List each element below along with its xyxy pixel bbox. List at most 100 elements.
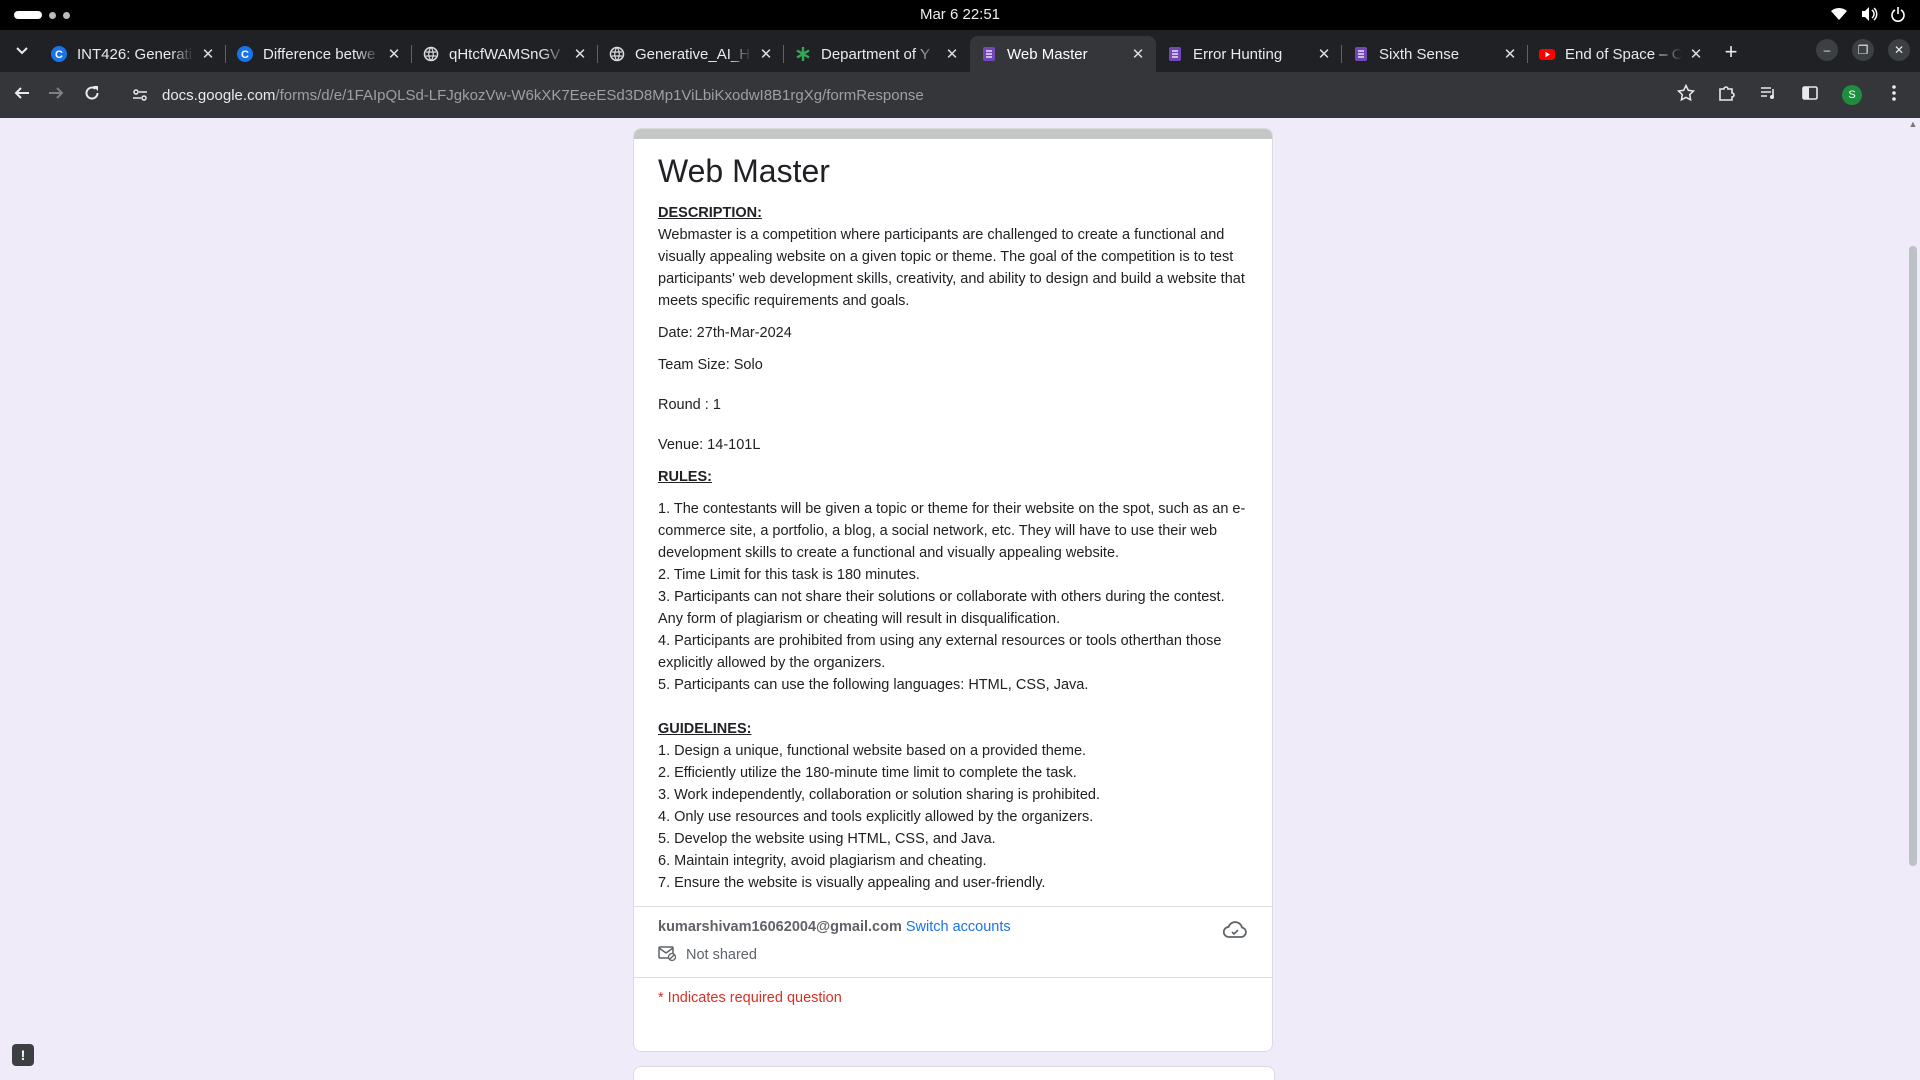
back-button[interactable] [10,83,34,107]
browser-tab[interactable]: End of Space – C ✕ [1528,36,1714,72]
feedback-icon: ! [20,1047,26,1063]
description-heading: DESCRIPTION: [658,205,762,221]
close-icon[interactable]: ✕ [1502,46,1518,63]
switch-accounts-link[interactable]: Switch accounts [906,919,1011,935]
globe-icon [608,45,626,63]
arrow-left-icon [14,85,30,106]
tab-title: Difference betwe [263,45,376,63]
asterisk-icon [794,45,812,63]
guideline-item: 7. Ensure the website is visually appeal… [658,875,1046,891]
page-viewport: Web Master DESCRIPTION: Webmaster is a c… [0,118,1920,1080]
scroll-up-arrow-icon[interactable]: ▲ [1908,120,1918,129]
close-icon[interactable]: ✕ [1316,46,1332,63]
reload-button[interactable] [80,83,104,107]
tab-title: Web Master [1007,45,1088,63]
media-control-button[interactable] [1756,83,1780,107]
close-icon[interactable]: ✕ [758,46,774,63]
round-info: Round : 1 [658,397,721,413]
rules-heading: RULES: [658,469,712,485]
toolbar-right-icons: S [1714,83,1906,107]
browser-tab[interactable]: qHtcfWAMSnGV ✕ [412,36,598,72]
site-settings-icon[interactable] [130,85,150,105]
rule-item: 2. Time Limit for this task is 180 minut… [658,567,920,583]
guideline-item: 5. Develop the website using HTML, CSS, … [658,831,996,847]
browser-tab-strip: C INT426: Generati ✕ C Difference betwe … [0,30,1920,72]
form-header-card: Web Master DESCRIPTION: Webmaster is a c… [633,128,1273,1052]
browser-tab[interactable]: C INT426: Generati ✕ [40,36,226,72]
close-window-button[interactable]: ✕ [1888,39,1910,61]
browser-tab[interactable]: Generative_AI_H ✕ [598,36,784,72]
card-top-accent [634,129,1272,139]
cloud-save-status[interactable] [1222,919,1248,945]
url-text: docs.google.com/forms/d/e/1FAIpQLSd-LFJg… [162,87,924,104]
browser-tab[interactable]: Error Hunting ✕ [1156,36,1342,72]
close-icon[interactable]: ✕ [572,46,588,63]
close-icon[interactable]: ✕ [944,46,960,63]
side-panel-button[interactable] [1798,83,1822,107]
youtube-icon [1538,45,1556,63]
media-queue-icon [1759,84,1777,107]
guideline-item: 1. Design a unique, functional website b… [658,743,1087,759]
team-size: Team Size: Solo [658,357,763,373]
forms-icon [1166,45,1184,63]
browser-tab[interactable]: Department of Y ✕ [784,36,970,72]
minimize-button[interactable]: – [1816,39,1838,61]
scrollbar[interactable]: ▲ [1906,118,1920,1080]
window-controls: – ❐ ✕ [1816,39,1910,61]
puzzle-icon [1717,84,1735,107]
tab-search-button[interactable] [10,39,34,63]
svg-text:C: C [55,49,63,61]
rule-item: 3. Participants can not share their solu… [658,589,1225,627]
browser-menu-button[interactable] [1882,83,1906,107]
restore-button[interactable]: ❐ [1852,39,1874,61]
guideline-item: 6. Maintain integrity, avoid plagiarism … [658,853,987,869]
profile-button[interactable]: S [1840,83,1864,107]
tab-title: Department of Y [821,45,930,63]
wifi-icon [1830,7,1848,21]
close-icon[interactable]: ✕ [1130,46,1146,63]
address-bar[interactable]: docs.google.com/forms/d/e/1FAIpQLSd-LFJg… [120,78,1700,112]
browser-tab-active[interactable]: Web Master ✕ [970,36,1156,72]
avatar: S [1842,85,1862,105]
required-note: * Indicates required question [658,990,842,1006]
cloud-icon [1222,921,1247,943]
browser-tab[interactable]: C Difference betwe ✕ [226,36,412,72]
system-clock[interactable]: Mar 6 22:51 [0,6,1920,23]
arrow-right-icon [48,85,64,106]
close-icon[interactable]: ✕ [1688,46,1704,63]
rule-item: 5. Participants can use the following la… [658,677,1089,693]
system-top-bar: Mar 6 22:51 [0,0,1920,30]
form-description: DESCRIPTION: Webmaster is a competition … [658,202,1248,894]
bookmark-button[interactable] [1674,83,1698,107]
report-feedback-button[interactable]: ! [12,1044,34,1066]
tab-title: Generative_AI_H [635,45,751,63]
form-title: Web Master [658,153,830,189]
new-tab-button[interactable]: + [1718,40,1744,66]
close-icon[interactable]: ✕ [200,46,216,63]
forward-button[interactable] [44,83,68,107]
account-row: kumarshivam16062004@gmail.com Switch acco… [658,907,1248,965]
account-email: kumarshivam16062004@gmail.com [658,919,902,935]
tab-list: C INT426: Generati ✕ C Difference betwe … [40,36,1714,72]
power-icon [1890,6,1906,22]
rule-item: 1. The contestants will be given a topic… [658,501,1246,561]
browser-toolbar: docs.google.com/forms/d/e/1FAIpQLSd-LFJg… [0,72,1920,119]
forms-icon [980,45,998,63]
close-icon[interactable]: ✕ [386,46,402,63]
svg-text:C: C [241,49,249,61]
tab-title: Error Hunting [1193,45,1283,63]
url-host: docs.google.com [162,86,276,104]
side-panel-icon [1801,84,1819,107]
scrollbar-thumb[interactable] [1909,246,1917,866]
url-path: /forms/d/e/1FAIpQLSd-LFJgkozVw-W6kXK7Eee… [275,86,924,104]
description-text: Webmaster is a competition where partici… [658,227,1245,309]
chevron-down-icon [16,42,28,60]
browser-tab[interactable]: Sixth Sense ✕ [1342,36,1528,72]
guideline-item: 4. Only use resources and tools explicit… [658,809,1094,825]
more-vert-icon [1891,84,1897,107]
extensions-button[interactable] [1714,83,1738,107]
tab-title: qHtcfWAMSnGV [449,45,561,63]
guideline-item: 3. Work independently, collaboration or … [658,787,1100,803]
rule-item: 4. Participants are prohibited from usin… [658,633,1222,671]
system-tray[interactable] [1830,6,1906,22]
